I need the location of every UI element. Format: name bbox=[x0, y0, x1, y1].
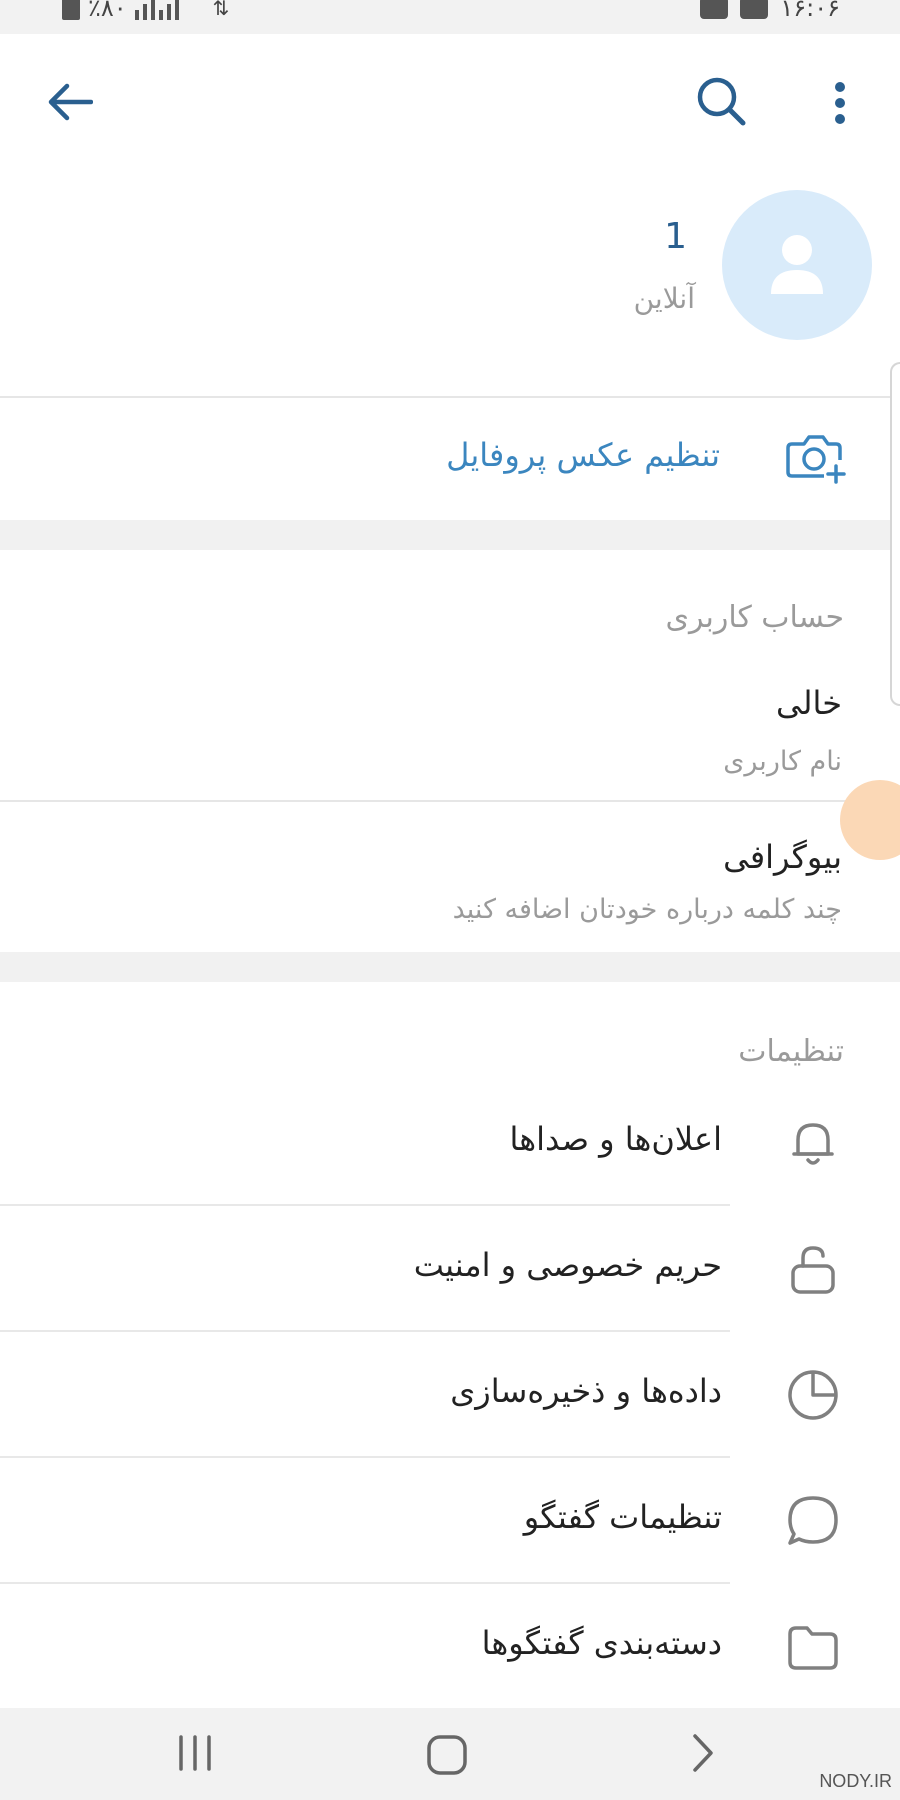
menu-item-label: حریم خصوصی و امنیت bbox=[413, 1246, 722, 1284]
menu-item-label: تنظیمات گفتگو bbox=[523, 1498, 722, 1536]
section-gap bbox=[0, 520, 900, 550]
data-arrows-icon: ⇅ bbox=[212, 0, 230, 20]
signal-icon bbox=[134, 0, 205, 20]
recent-apps-icon bbox=[179, 1735, 211, 1771]
bio-field[interactable]: بیوگرافی چند کلمه درباره خودتان اضافه کن… bbox=[0, 802, 900, 952]
wifi-icon bbox=[700, 0, 729, 19]
menu-item-chat-settings[interactable]: تنظیمات گفتگو bbox=[0, 1458, 900, 1584]
chat-bubble-icon bbox=[788, 1496, 838, 1545]
set-profile-photo-label: تنظیم عکس پروفایل bbox=[446, 436, 720, 474]
menu-item-privacy-security[interactable]: حریم خصوصی و امنیت bbox=[0, 1206, 900, 1332]
profile-status: آنلاین bbox=[633, 282, 695, 315]
username-label: نام کاربری bbox=[723, 746, 842, 777]
home-icon bbox=[427, 1735, 467, 1775]
menu-item-notifications[interactable]: اعلان‌ها و صداها bbox=[0, 1080, 900, 1206]
bio-hint: چند کلمه درباره خودتان اضافه کنید bbox=[452, 894, 842, 925]
settings-section-title: تنظیمات bbox=[738, 1034, 844, 1069]
back-nav-button[interactable] bbox=[680, 1728, 726, 1778]
add-camera-icon bbox=[786, 435, 846, 484]
avatar[interactable] bbox=[722, 190, 872, 340]
arrow-back-icon bbox=[48, 83, 93, 121]
more-options-button[interactable] bbox=[818, 70, 862, 136]
section-gap bbox=[0, 952, 900, 982]
status-right: ۱۶:۰۶ bbox=[700, 0, 840, 22]
username-field[interactable]: خالی نام کاربری bbox=[0, 670, 900, 798]
username-value: خالی bbox=[776, 684, 842, 722]
home-button[interactable] bbox=[420, 1728, 474, 1782]
folder-icon bbox=[788, 1626, 838, 1670]
chevron-right-icon bbox=[693, 1734, 713, 1772]
menu-item-label: اعلان‌ها و صداها bbox=[509, 1120, 722, 1158]
search-button[interactable] bbox=[690, 70, 754, 134]
edge-panel-handle[interactable] bbox=[890, 362, 900, 706]
recent-apps-button[interactable] bbox=[170, 1728, 220, 1778]
battery-icon bbox=[62, 0, 80, 20]
watermark-text: NODY.IR bbox=[819, 1771, 892, 1791]
system-navigation-bar: NODY.IR bbox=[0, 1708, 900, 1800]
pie-chart-icon bbox=[788, 1370, 838, 1420]
status-time: ۱۶:۰۶ bbox=[780, 0, 840, 22]
camera-status-icon bbox=[740, 0, 769, 19]
account-section-title: حساب کاربری bbox=[665, 600, 844, 635]
more-vertical-icon bbox=[835, 82, 845, 124]
lock-icon bbox=[791, 1246, 835, 1294]
profile-settings-screen: ٪۸۰ ⇅ ۱۶:۰۶ 1 آنلاین تنظیم عکس پروفایل ح… bbox=[0, 0, 900, 1800]
menu-item-label: دسته‌بندی گفتگوها bbox=[481, 1624, 722, 1662]
bell-icon bbox=[792, 1123, 834, 1165]
search-icon bbox=[697, 77, 746, 126]
battery-percent: ٪۸۰ bbox=[88, 0, 127, 22]
menu-item-label: داده‌ها و ذخیره‌سازی bbox=[450, 1372, 722, 1410]
set-profile-photo-button[interactable]: تنظیم عکس پروفایل bbox=[0, 398, 900, 520]
menu-item-data-storage[interactable]: داده‌ها و ذخیره‌سازی bbox=[0, 1332, 900, 1458]
user-placeholder-icon bbox=[771, 235, 823, 294]
back-button[interactable] bbox=[40, 72, 100, 132]
app-header bbox=[0, 34, 900, 174]
profile-name: 1 bbox=[664, 216, 687, 257]
status-bar: ٪۸۰ ⇅ ۱۶:۰۶ bbox=[0, 0, 900, 34]
menu-item-chat-folders[interactable]: دسته‌بندی گفتگوها bbox=[0, 1584, 900, 1710]
status-left: ٪۸۰ ⇅ bbox=[62, 0, 229, 22]
bio-label: بیوگرافی bbox=[723, 838, 842, 876]
